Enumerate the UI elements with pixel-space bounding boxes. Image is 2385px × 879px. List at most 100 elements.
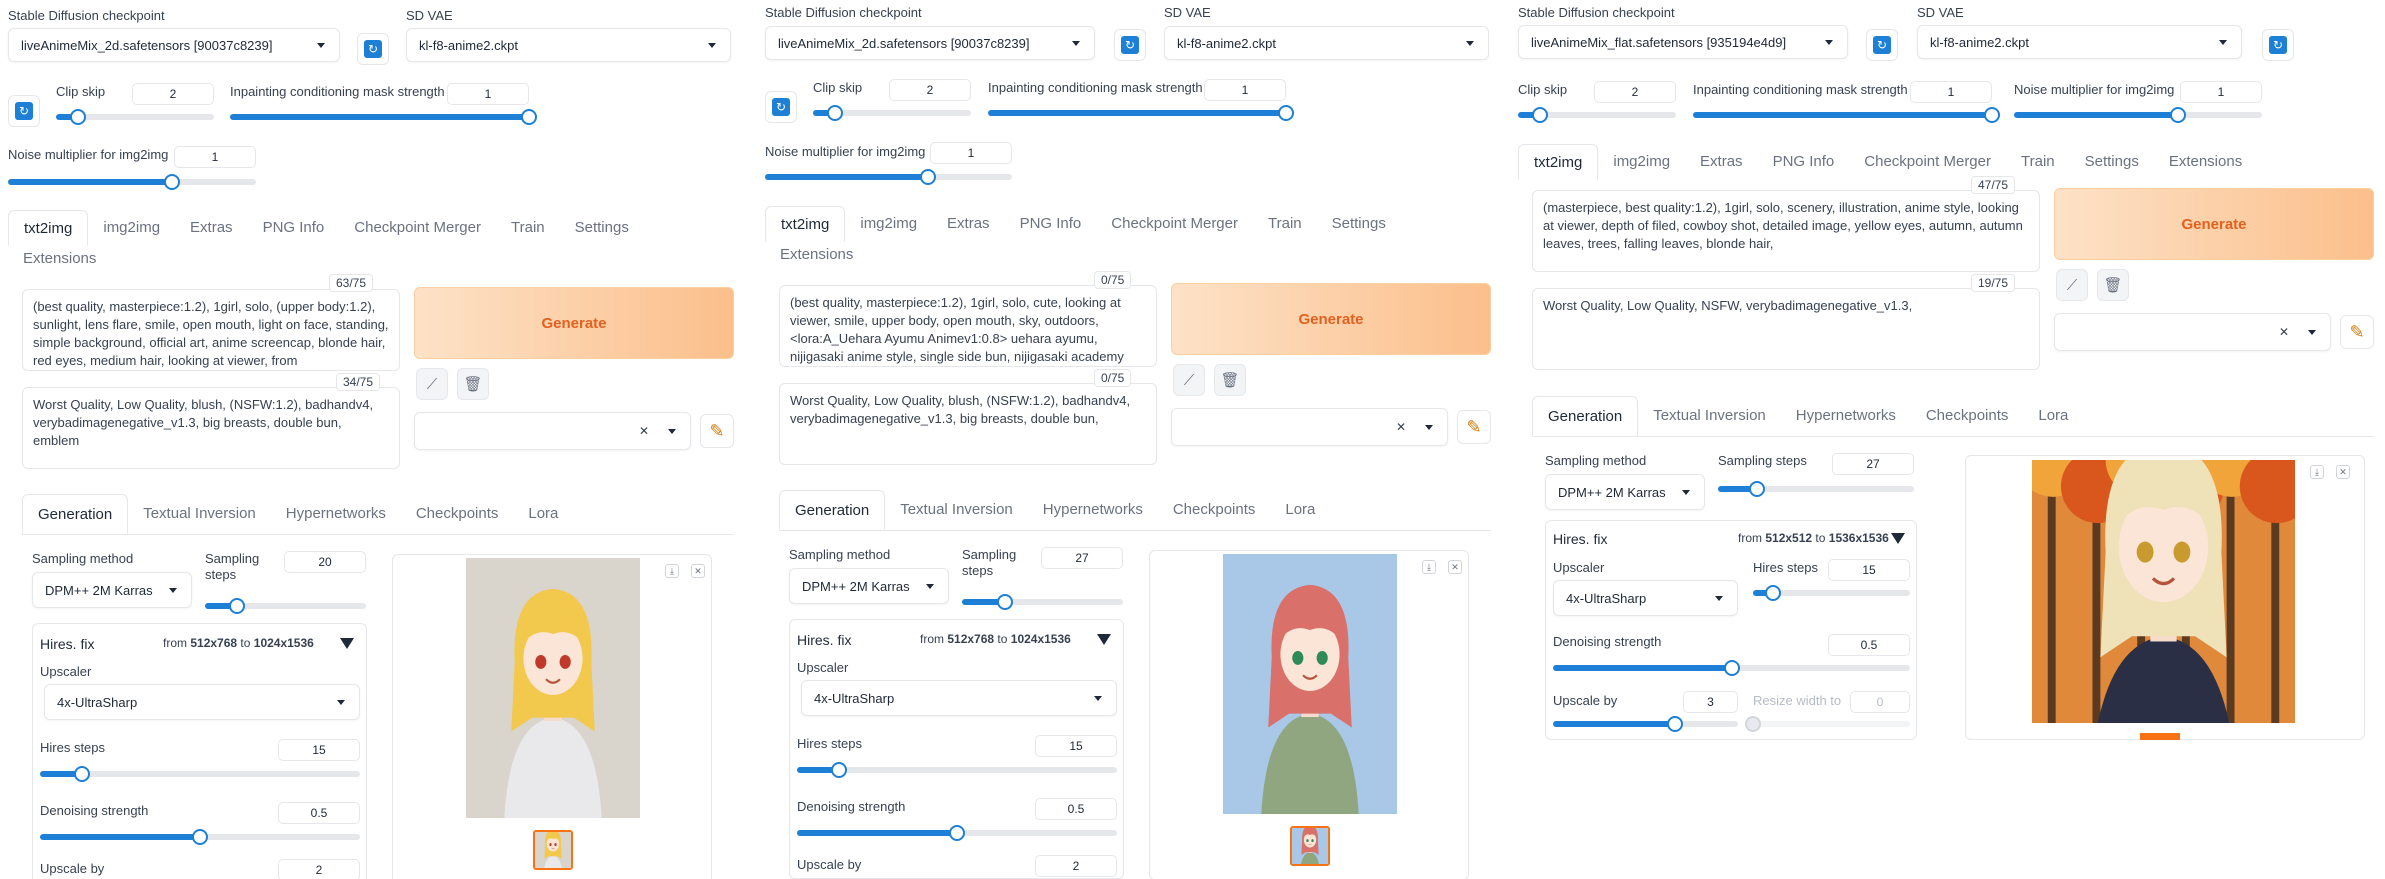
slider-thumb[interactable] — [997, 594, 1014, 610]
clip-skip-input[interactable]: 2 — [889, 79, 971, 101]
edit-styles-button[interactable]: ✎ — [700, 414, 734, 448]
clear-icon[interactable]: ✕ — [2279, 325, 2289, 339]
slider-thumb[interactable] — [1667, 716, 1684, 732]
slider-thumb[interactable] — [827, 105, 844, 121]
clip-skip-slider[interactable] — [813, 105, 971, 121]
tab-img2img[interactable]: img2img — [88, 210, 175, 246]
denoising-input[interactable]: 0.5 — [1828, 634, 1910, 656]
negative-prompt[interactable]: Worst Quality, Low Quality, blush, (NSFW… — [779, 383, 1157, 465]
collapse-triangle-icon[interactable] — [1097, 634, 1111, 645]
noise-multiplier-input[interactable]: 1 — [174, 146, 256, 168]
positive-prompt[interactable]: (best quality, masterpiece:1.2), 1girl, … — [779, 285, 1157, 367]
tab-lora[interactable]: Lora — [1270, 492, 1330, 528]
tab-extensions[interactable]: Extensions — [8, 246, 111, 272]
positive-prompt[interactable]: (best quality, masterpiece:1.2), 1girl, … — [22, 289, 400, 371]
denoising-slider[interactable] — [40, 829, 360, 845]
tab-generation[interactable]: Generation — [779, 490, 886, 530]
slider-thumb[interactable] — [1749, 481, 1766, 497]
noise-multiplier-slider[interactable] — [8, 174, 256, 190]
checkpoint-dropdown[interactable]: liveAnimeMix_flat.safetensors [935194e4d… — [1518, 25, 1848, 59]
sampling-steps-input[interactable]: 27 — [1832, 453, 1914, 475]
sampling-steps-slider[interactable] — [205, 598, 366, 614]
vae-dropdown[interactable]: kl-f8-anime2.ckpt — [406, 28, 731, 62]
resize-width-slider[interactable] — [1745, 716, 1910, 732]
denoising-input[interactable]: 0.5 — [1035, 798, 1117, 820]
slider-thumb[interactable] — [192, 829, 208, 845]
noise-multiplier-slider[interactable] — [2014, 107, 2262, 123]
clear-icon[interactable]: ✕ — [639, 424, 649, 438]
slider-thumb[interactable] — [949, 825, 965, 841]
hires-fix-label[interactable]: Hires. fix — [1553, 531, 1607, 547]
tab-img2img[interactable]: img2img — [1598, 144, 1685, 180]
mask-strength-slider[interactable] — [230, 109, 537, 125]
collapse-triangle-icon[interactable] — [340, 638, 354, 649]
refresh-vae-button[interactable]: ↻ — [2262, 29, 2294, 61]
negative-prompt[interactable]: Worst Quality, Low Quality, NSFW, veryba… — [1532, 288, 2040, 370]
positive-prompt[interactable]: (masterpiece, best quality:1.2), 1girl, … — [1532, 190, 2040, 272]
slider-thumb[interactable] — [1723, 660, 1740, 676]
hires-steps-input[interactable]: 15 — [1035, 735, 1117, 757]
slider-thumb[interactable] — [163, 174, 180, 190]
sampling-steps-slider[interactable] — [962, 594, 1123, 610]
hires-steps-slider[interactable] — [1753, 585, 1910, 601]
tab-textual-inversion[interactable]: Textual Inversion — [128, 496, 271, 532]
generate-button[interactable]: Generate — [1171, 283, 1491, 355]
download-icon[interactable]: ⤓ — [1422, 560, 1436, 574]
tab-extras[interactable]: Extras — [1685, 144, 1758, 180]
tab-img2img[interactable]: img2img — [845, 206, 932, 242]
denoising-slider[interactable] — [1553, 660, 1910, 676]
slider-thumb[interactable] — [73, 766, 90, 782]
mask-strength-slider[interactable] — [988, 105, 1294, 121]
tab-extras[interactable]: Extras — [175, 210, 248, 246]
upscale-by-input[interactable]: 3 — [1683, 691, 1738, 713]
noise-multiplier-slider[interactable] — [765, 169, 1012, 185]
slider-thumb[interactable] — [70, 109, 87, 125]
tab-txt2img[interactable]: txt2img — [1518, 144, 1599, 180]
slider-thumb[interactable] — [1278, 105, 1294, 121]
clear-prompt-button[interactable]: 🗑 — [457, 368, 489, 400]
tab-generation[interactable]: Generation — [22, 494, 129, 534]
slider-thumb[interactable] — [1532, 107, 1549, 123]
sampling-method-dropdown[interactable]: DPM++ 2M Karras — [32, 572, 192, 608]
refresh-checkpoint-button[interactable]: ↻ — [1866, 29, 1898, 61]
close-icon[interactable]: ✕ — [2336, 465, 2350, 479]
vae-dropdown[interactable]: kl-f8-anime2.ckpt — [1917, 25, 2242, 59]
clip-skip-slider[interactable] — [1518, 107, 1676, 123]
collapse-triangle-icon[interactable] — [1891, 533, 1905, 544]
upscaler-dropdown[interactable]: 4x-UltraSharp — [801, 680, 1117, 716]
denoising-input[interactable]: 0.5 — [278, 802, 360, 824]
clear-prompt-button[interactable]: 🗑 — [2097, 269, 2129, 301]
checkpoint-dropdown[interactable]: liveAnimeMix_2d.safetensors [90037c8239] — [8, 28, 340, 62]
tab-settings[interactable]: Settings — [1317, 206, 1401, 242]
close-icon[interactable]: ✕ — [1448, 560, 1462, 574]
read-params-button[interactable]: ⟋ — [1173, 364, 1205, 396]
sampling-steps-slider[interactable] — [1718, 481, 1914, 497]
mask-strength-slider[interactable] — [1693, 107, 2000, 123]
tab-textual-inversion[interactable]: Textual Inversion — [885, 492, 1028, 528]
tab-checkpoint-merger[interactable]: Checkpoint Merger — [1849, 144, 2006, 180]
clear-icon[interactable]: ✕ — [1396, 420, 1406, 434]
generate-button[interactable]: Generate — [414, 287, 734, 359]
tab-train[interactable]: Train — [1253, 206, 1317, 242]
styles-dropdown[interactable]: ✕ — [1171, 408, 1448, 446]
slider-thumb[interactable] — [830, 762, 847, 778]
upscale-by-input[interactable]: 2 — [278, 859, 360, 879]
slider-thumb[interactable] — [2169, 107, 2186, 123]
tab-extras[interactable]: Extras — [932, 206, 1005, 242]
download-icon[interactable]: ⤓ — [2310, 465, 2324, 479]
refresh-checkpoint-button[interactable]: ↻ — [357, 33, 389, 65]
slider-thumb[interactable] — [521, 109, 537, 125]
output-image[interactable] — [466, 558, 640, 818]
slider-thumb[interactable] — [1745, 716, 1761, 732]
sampling-steps-input[interactable]: 27 — [1041, 547, 1123, 569]
tab-txt2img[interactable]: txt2img — [8, 210, 89, 246]
mask-strength-input[interactable]: 1 — [1204, 79, 1286, 101]
hires-fix-label[interactable]: Hires. fix — [40, 636, 94, 652]
mask-strength-input[interactable]: 1 — [447, 83, 529, 105]
styles-dropdown[interactable]: ✕ — [2054, 313, 2331, 351]
close-icon[interactable]: ✕ — [691, 564, 705, 578]
slider-thumb[interactable] — [1984, 107, 2000, 123]
tab-txt2img[interactable]: txt2img — [765, 206, 846, 242]
output-image[interactable] — [1223, 554, 1397, 814]
gallery-thumbnail[interactable] — [1290, 826, 1330, 866]
